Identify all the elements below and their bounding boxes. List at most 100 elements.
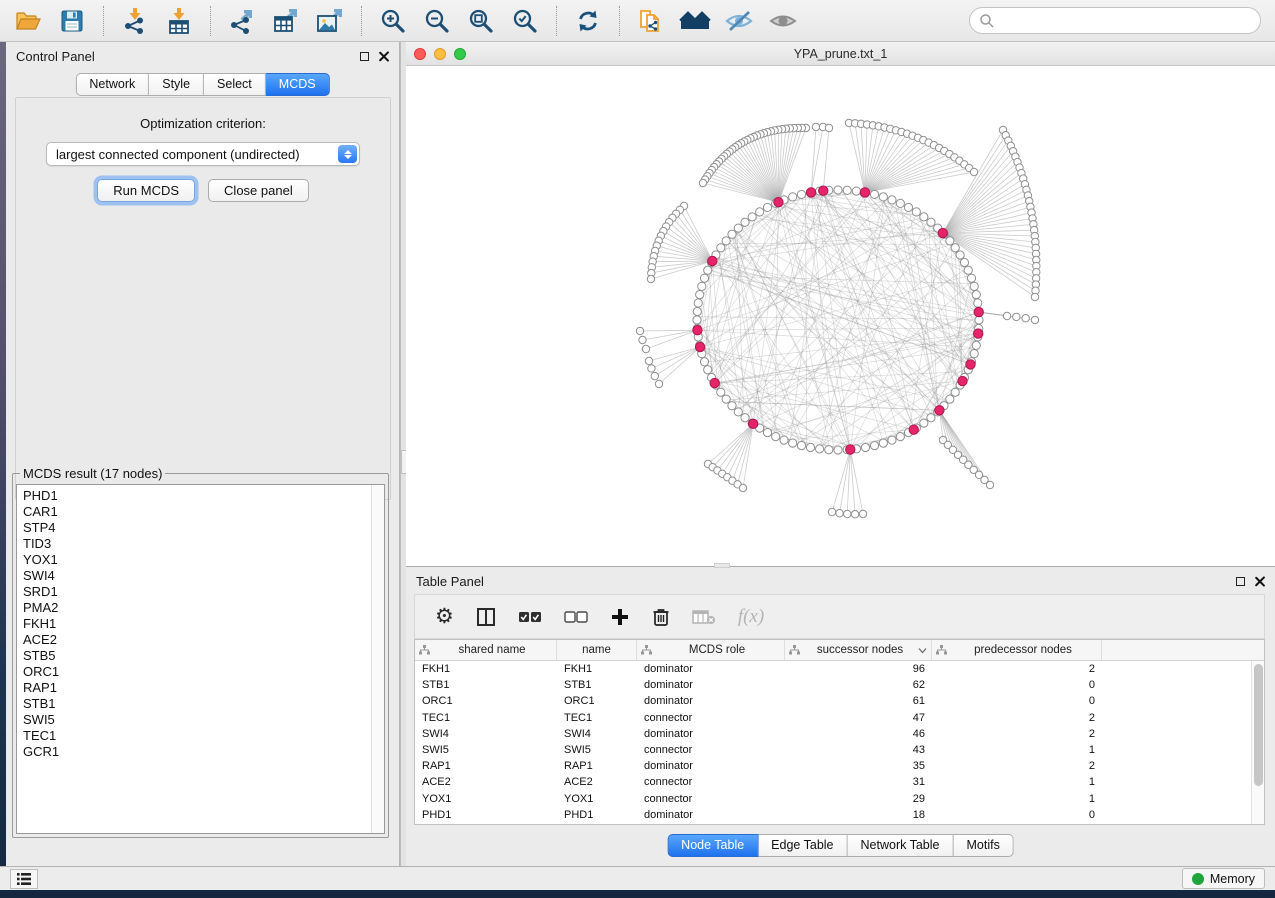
table-row[interactable]: SWI4SWI4dominator462 — [415, 726, 1251, 742]
column-header-name[interactable]: name — [557, 640, 637, 660]
column-header-MCDS-role[interactable]: MCDS role — [637, 640, 785, 660]
table-cell: RAP1 — [415, 760, 557, 772]
close-panel-button[interactable]: Close panel — [208, 179, 309, 202]
table-row[interactable]: FKH1FKH1dominator962 — [415, 661, 1251, 677]
table-tabs: Node TableEdge TableNetwork TableMotifs — [667, 834, 1014, 857]
optimization-criterion-select[interactable]: largest connected component (undirected) — [46, 142, 360, 166]
tab-mcds[interactable]: MCDS — [266, 73, 330, 96]
zoom-out-button[interactable] — [415, 3, 459, 39]
mcds-result-item[interactable]: ORC1 — [23, 664, 384, 680]
float-table-panel-icon[interactable] — [1236, 577, 1245, 586]
mcds-result-item[interactable]: RAP1 — [23, 680, 384, 696]
first-neighbors-button[interactable] — [673, 3, 717, 39]
node-table[interactable]: shared name nameMCDS role successor nodes p… — [414, 639, 1265, 825]
zoom-in-button[interactable] — [371, 3, 415, 39]
float-panel-icon[interactable] — [360, 52, 369, 61]
table-row[interactable]: SWI5SWI5connector431 — [415, 742, 1251, 758]
network-graph[interactable] — [406, 66, 1273, 566]
list-icon — [16, 872, 32, 886]
open-file-button[interactable] — [6, 3, 50, 39]
tab-select[interactable]: Select — [204, 73, 266, 96]
table-row[interactable]: RAP1RAP1dominator352 — [415, 758, 1251, 774]
apply-function-button[interactable]: f(x) — [738, 606, 764, 628]
mcds-result-item[interactable]: TEC1 — [23, 728, 384, 744]
tab-edge-table[interactable]: Edge Table — [758, 834, 847, 857]
table-scrollbar[interactable] — [1251, 661, 1264, 824]
network-canvas[interactable] — [406, 66, 1275, 566]
mcds-result-item[interactable]: STB5 — [23, 648, 384, 664]
search-input[interactable] — [995, 13, 1260, 28]
table-row[interactable]: STB1STB1dominator620 — [415, 677, 1251, 693]
table-cell: 1 — [932, 744, 1102, 756]
mcds-result-item[interactable]: SWI5 — [23, 712, 384, 728]
zoom-fit-button[interactable] — [459, 3, 503, 39]
table-cell: 2 — [932, 760, 1102, 772]
column-label: shared name — [432, 644, 552, 656]
table-cell: 0 — [932, 679, 1102, 691]
tab-network[interactable]: Network — [75, 73, 149, 96]
memory-button[interactable]: Memory — [1182, 868, 1265, 889]
tab-node-table[interactable]: Node Table — [667, 834, 758, 857]
mcds-result-item[interactable]: STB1 — [23, 696, 384, 712]
select-stepper-icon — [338, 145, 357, 163]
mcds-result-item[interactable]: TID3 — [23, 536, 384, 552]
table-settings-button[interactable]: ⚙ — [435, 606, 454, 627]
plus-icon — [610, 607, 630, 627]
table-cell: 1 — [932, 776, 1102, 788]
mcds-result-item[interactable]: CAR1 — [23, 504, 384, 520]
tab-style[interactable]: Style — [149, 73, 204, 96]
table-splitter-grip[interactable] — [714, 563, 730, 568]
table-row[interactable]: PHD1PHD1dominator180 — [415, 807, 1251, 823]
deselect-all-button[interactable] — [564, 610, 588, 624]
mcds-result-item[interactable]: ACE2 — [23, 632, 384, 648]
import-table-button[interactable] — [157, 3, 201, 39]
delete-table-button[interactable] — [692, 609, 716, 625]
table-cell: dominator — [637, 760, 785, 772]
close-table-panel-icon[interactable] — [1254, 576, 1265, 587]
search-box[interactable] — [969, 7, 1261, 34]
tab-motifs[interactable]: Motifs — [953, 834, 1013, 857]
table-cell: connector — [637, 744, 785, 756]
split-view-button[interactable] — [476, 607, 496, 627]
hide-selected-button[interactable] — [717, 3, 761, 39]
run-mcds-button[interactable]: Run MCDS — [97, 179, 195, 202]
column-label: successor nodes — [802, 644, 918, 656]
delete-column-button[interactable] — [652, 607, 670, 627]
refresh-view-button[interactable] — [566, 3, 610, 39]
zoom-fit-icon — [467, 7, 495, 35]
network-window-titlebar: YPA_prune.txt_1 — [406, 42, 1275, 66]
export-image-button[interactable] — [308, 3, 352, 39]
mcds-result-item[interactable]: FKH1 — [23, 616, 384, 632]
add-column-button[interactable] — [610, 607, 630, 627]
table-row[interactable]: ORC1ORC1dominator610 — [415, 693, 1251, 709]
table-panel-title: Table Panel — [416, 574, 484, 589]
mcds-result-item[interactable]: GCR1 — [23, 744, 384, 760]
tab-network-table[interactable]: Network Table — [848, 834, 954, 857]
table-row[interactable]: ACE2ACE2connector311 — [415, 774, 1251, 790]
table-row[interactable]: YOX1YOX1connector291 — [415, 791, 1251, 807]
column-header-predecessor-nodes[interactable]: predecessor nodes — [932, 640, 1102, 660]
mcds-result-item[interactable]: PHD1 — [23, 488, 384, 504]
import-network-button[interactable] — [113, 3, 157, 39]
close-panel-icon[interactable] — [378, 51, 389, 62]
mcds-result-item[interactable]: STP4 — [23, 520, 384, 536]
result-list-scrollbar[interactable] — [371, 485, 384, 833]
export-network-button[interactable] — [220, 3, 264, 39]
table-row[interactable]: TEC1TEC1connector472 — [415, 710, 1251, 726]
mcds-result-item[interactable]: PMA2 — [23, 600, 384, 616]
export-table-button[interactable] — [264, 3, 308, 39]
mcds-result-list[interactable]: PHD1CAR1STP4TID3YOX1SWI4SRD1PMA2FKH1ACE2… — [16, 484, 385, 834]
task-history-button[interactable] — [10, 869, 38, 889]
select-all-button[interactable] — [518, 610, 542, 624]
column-header-successor-nodes[interactable]: successor nodes — [785, 640, 932, 660]
save-session-button[interactable] — [50, 3, 94, 39]
table-cell: dominator — [637, 809, 785, 821]
mcds-result-item[interactable]: SRD1 — [23, 584, 384, 600]
mcds-result-item[interactable]: SWI4 — [23, 568, 384, 584]
zoom-selected-button[interactable] — [503, 3, 547, 39]
mcds-result-item[interactable]: YOX1 — [23, 552, 384, 568]
table-scrollbar-thumb[interactable] — [1254, 664, 1263, 786]
copy-share-button[interactable] — [629, 3, 673, 39]
column-header-shared-name[interactable]: shared name — [415, 640, 557, 660]
show-all-button[interactable] — [761, 3, 805, 39]
